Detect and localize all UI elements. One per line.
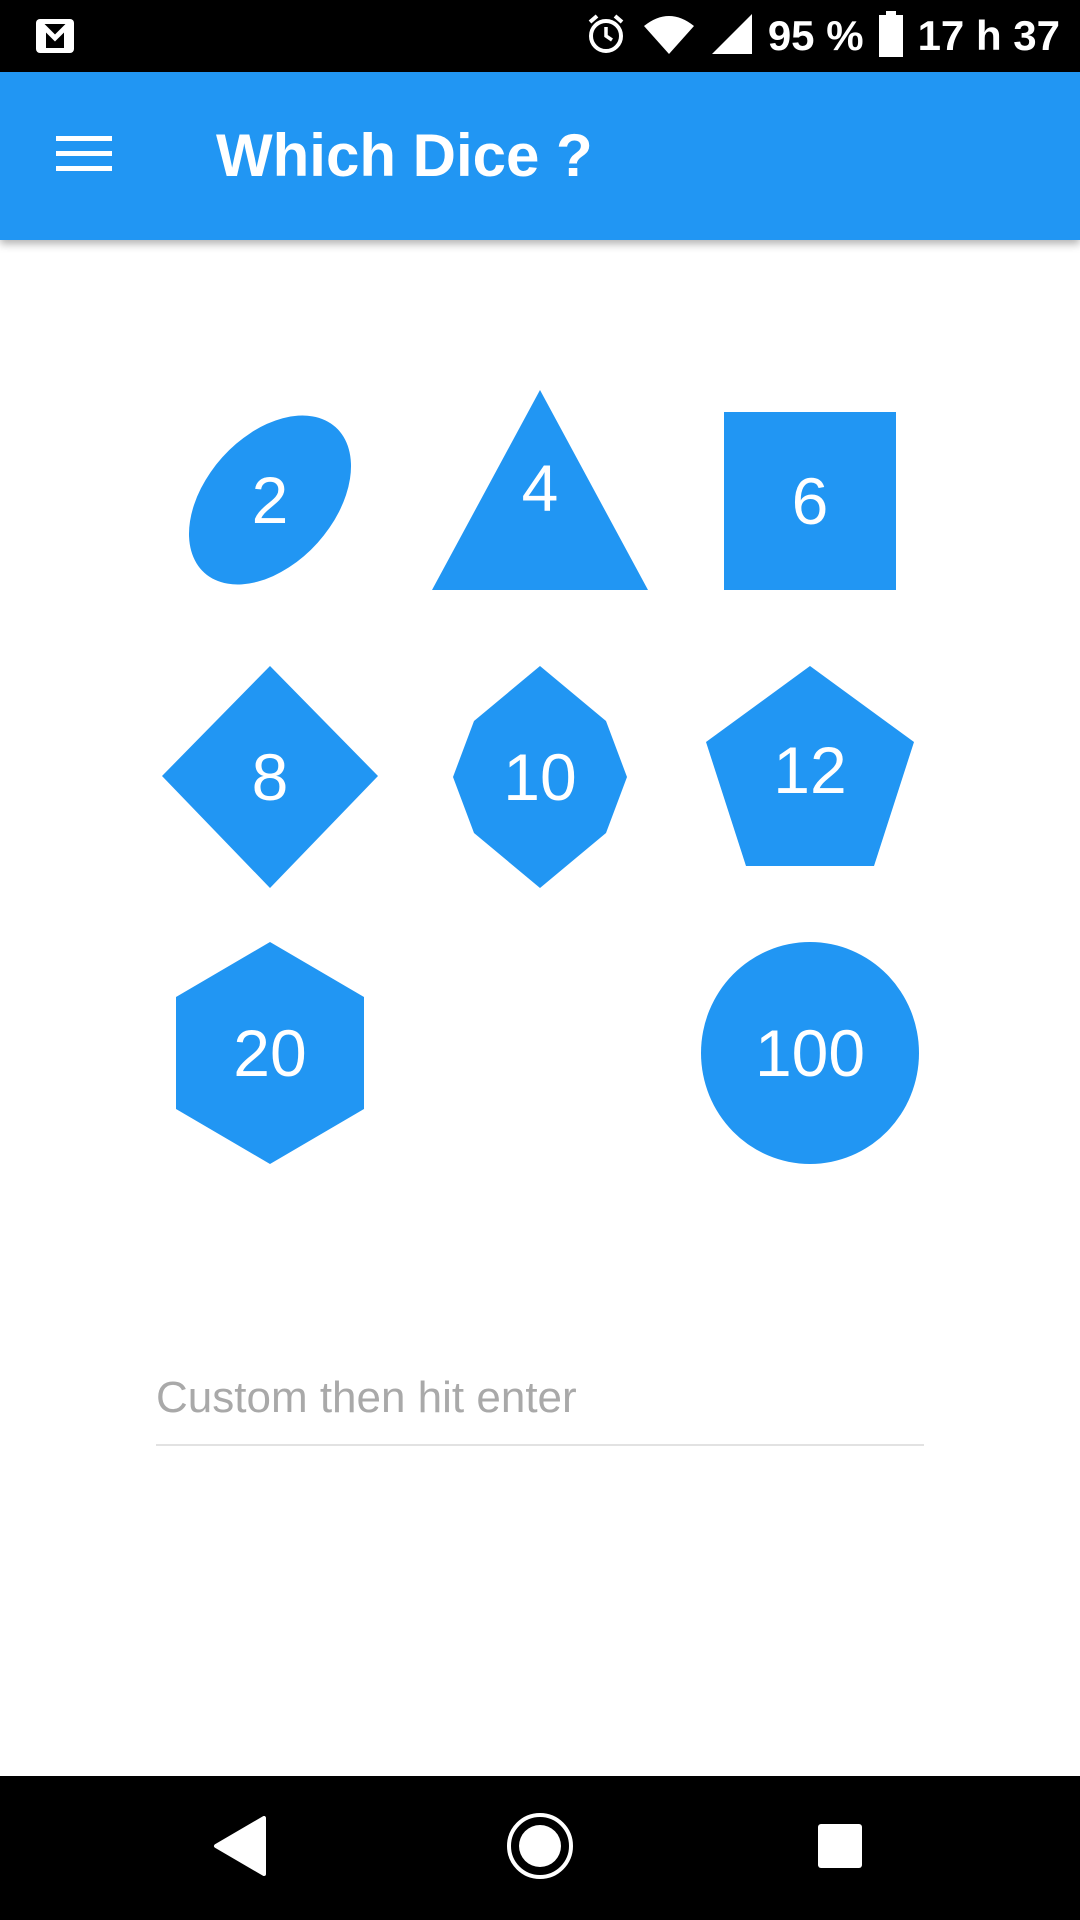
die-100-button[interactable]: 100 [701,942,919,1164]
status-bar: 95 % 17 h 37 [0,0,1080,72]
battery-icon [878,10,904,62]
status-icons: 95 % 17 h 37 [584,0,1060,72]
menu-button[interactable] [44,126,124,186]
app-bar: Which Dice ? [0,72,1080,240]
signal-icon [710,12,754,61]
back-icon [212,1815,268,1881]
recents-icon [816,1822,864,1875]
screen: 95 % 17 h 37 Which Dice ? 2 4 6 8 10 12 … [0,0,1080,1920]
alarm-icon [584,12,628,61]
back-button[interactable] [170,1776,310,1920]
die-8-button[interactable]: 8 [162,666,378,888]
hamburger-menu-icon [56,134,112,179]
die-20-button[interactable]: 20 [176,942,364,1164]
app-title: Which Dice ? [216,122,593,189]
clock: 17 h 37 [917,12,1060,59]
recents-button[interactable] [770,1776,910,1920]
die-4-button[interactable]: 4 [432,390,648,590]
custom-dice-input[interactable] [156,1352,924,1446]
die-2-button[interactable]: 2 [180,405,360,595]
wifi-icon [642,12,696,61]
die-12-button[interactable]: 12 [706,666,914,866]
home-button[interactable] [470,1776,610,1920]
battery-percent: 95 % [767,12,864,59]
gmail-icon [34,17,76,60]
home-icon [506,1812,574,1885]
die-6-button[interactable]: 6 [724,412,896,590]
die-10-button[interactable]: 10 [453,666,627,888]
navigation-bar [0,1776,1080,1920]
